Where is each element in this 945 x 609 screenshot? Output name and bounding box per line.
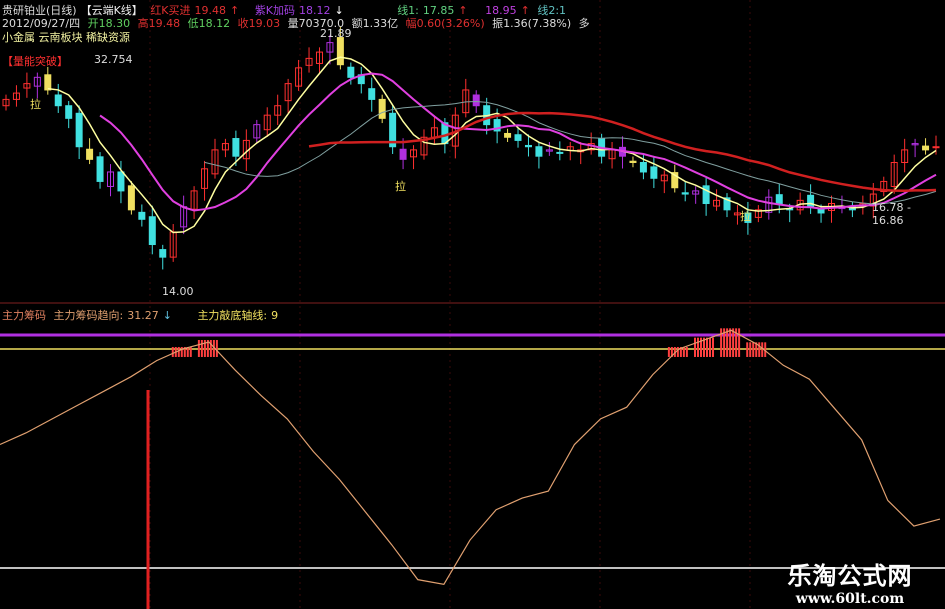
moving-averages	[47, 56, 937, 234]
indicator-line	[0, 329, 941, 585]
candle-body	[368, 88, 376, 100]
candle-body	[232, 138, 240, 157]
amplitude: 振1.36(7.38%)	[492, 17, 572, 30]
pull-marker: 拉	[740, 210, 751, 223]
arrow-down-icon: ↓	[162, 309, 172, 322]
candle-body	[514, 134, 522, 141]
candle-body	[65, 105, 73, 119]
candle-body	[681, 192, 689, 195]
candle-body	[817, 208, 825, 214]
candle-body	[75, 112, 83, 148]
watermark-name: 乐淘公式网	[787, 561, 913, 590]
change: 幅0.60(3.26%)	[405, 17, 485, 30]
candle-body	[556, 151, 564, 154]
pull-marker: 拉	[395, 180, 406, 193]
candle-body	[148, 216, 156, 246]
candle-body	[524, 144, 532, 148]
candle-body	[159, 249, 167, 258]
candle-body	[775, 194, 783, 205]
candle-body	[807, 194, 815, 208]
candle-body	[44, 74, 52, 91]
sector-tags: 小金属 云南板块 稀缺资源	[2, 31, 130, 44]
pull-marker: 拉	[30, 98, 41, 111]
candle-body	[117, 171, 125, 192]
candle-body	[535, 146, 543, 157]
candle-body	[127, 185, 135, 211]
close: 收19.03	[237, 17, 281, 30]
bottom-label: 主力敲底轴线:	[197, 309, 268, 322]
indicator-header: 主力筹码 主力筹码趋向: 31.27 ↓ 主力敲底轴线: 9	[2, 307, 282, 323]
candle-body	[639, 162, 647, 173]
grid	[149, 0, 751, 609]
candle-body	[650, 166, 658, 179]
chart-canvas	[0, 0, 945, 609]
trend-value: 31.27	[127, 309, 159, 322]
range-label: 16.78 - 16.86	[872, 201, 911, 227]
watermark: 乐淘公式网 www.60lt.com	[760, 556, 940, 607]
candle-body	[932, 146, 940, 149]
low-price-label: 14.00	[162, 285, 194, 298]
high-price-label: 21.89	[320, 27, 352, 40]
amplitude-suffix: 多	[578, 17, 590, 30]
candle-body	[922, 145, 930, 151]
candle-body	[336, 37, 344, 66]
candle-body	[347, 66, 355, 78]
candle-body	[399, 148, 407, 160]
candle-body	[86, 148, 94, 160]
candles	[2, 26, 940, 270]
bottom-value: 9	[271, 309, 279, 322]
candle-body	[96, 156, 104, 182]
indicator-name: 主力筹码	[2, 309, 46, 322]
candle-body	[504, 132, 512, 138]
trend-label: 主力筹码趋向:	[53, 309, 124, 322]
candle-body	[138, 211, 146, 220]
candle-body	[54, 94, 62, 107]
signal-badge: 【量能突破】	[2, 55, 68, 68]
candle-body	[472, 94, 480, 107]
candle-body	[378, 98, 386, 119]
low: 低18.12	[187, 17, 231, 30]
candle-body	[629, 160, 637, 164]
amount: 额1.33亿	[351, 17, 399, 30]
high: 高19.48	[137, 17, 181, 30]
watermark-url: www.60lt.com	[795, 591, 905, 607]
badge-value: 32.754	[94, 53, 133, 66]
